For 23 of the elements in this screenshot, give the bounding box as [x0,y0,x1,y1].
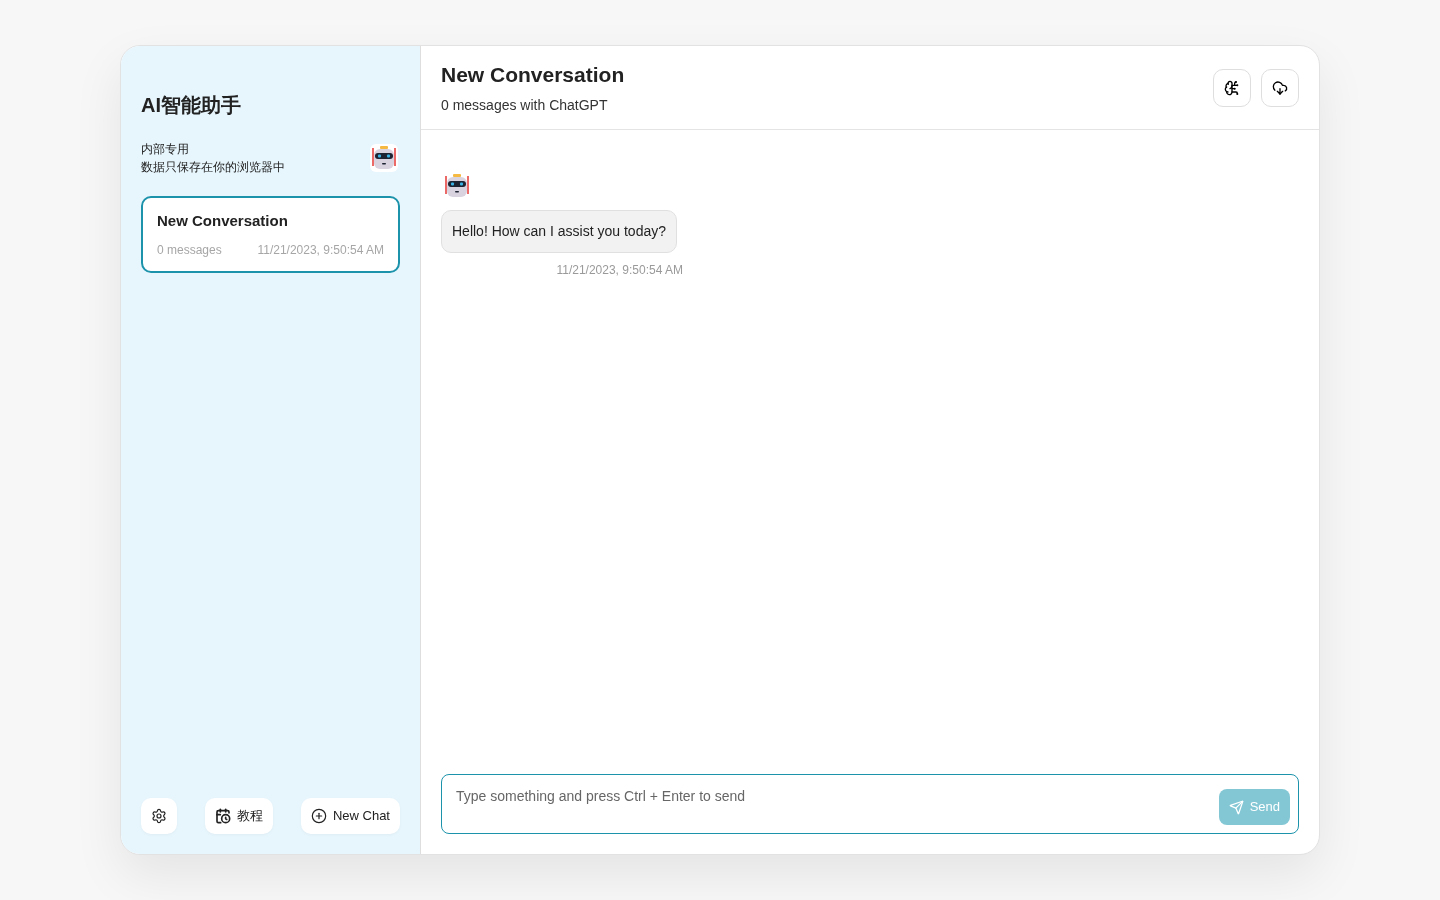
chat-title: New Conversation [157,211,289,231]
plus-circle-icon [310,808,327,824]
send-icon [1228,799,1244,815]
new-chat-button[interactable]: New Chat [300,798,400,834]
chat-count: 0 messages [157,241,222,259]
cloud-download-icon [1272,79,1288,96]
brain-icon [1224,79,1240,96]
prompt-button[interactable] [1213,68,1251,107]
chat-time: 11/21/2023, 9:50:54 AM [257,241,384,259]
conversation-subtitle: 0 messages with ChatGPT [441,95,609,115]
message-time: 11/21/2023, 9:50:54 AM [556,262,683,279]
sidebar-subtitle: 内部专用 [141,141,190,158]
message-bubble: Hello! How can I assist you today? [441,210,677,253]
robot-icon [368,142,400,174]
conversation-title: New Conversation [441,62,625,89]
settings-icon [151,808,167,824]
calendar-icon [214,808,231,824]
chat-item[interactable]: New Conversation 0 messages 11/21/2023, 9:50:54 AM [141,196,400,273]
tutorial-button[interactable]: 教程 [204,798,273,834]
download-button[interactable] [1261,68,1299,107]
settings-button[interactable] [141,798,177,834]
app-title: AI智能助手 [141,93,242,118]
sidebar-subtitle: 数据只保存在你的浏览器中 [141,159,285,176]
